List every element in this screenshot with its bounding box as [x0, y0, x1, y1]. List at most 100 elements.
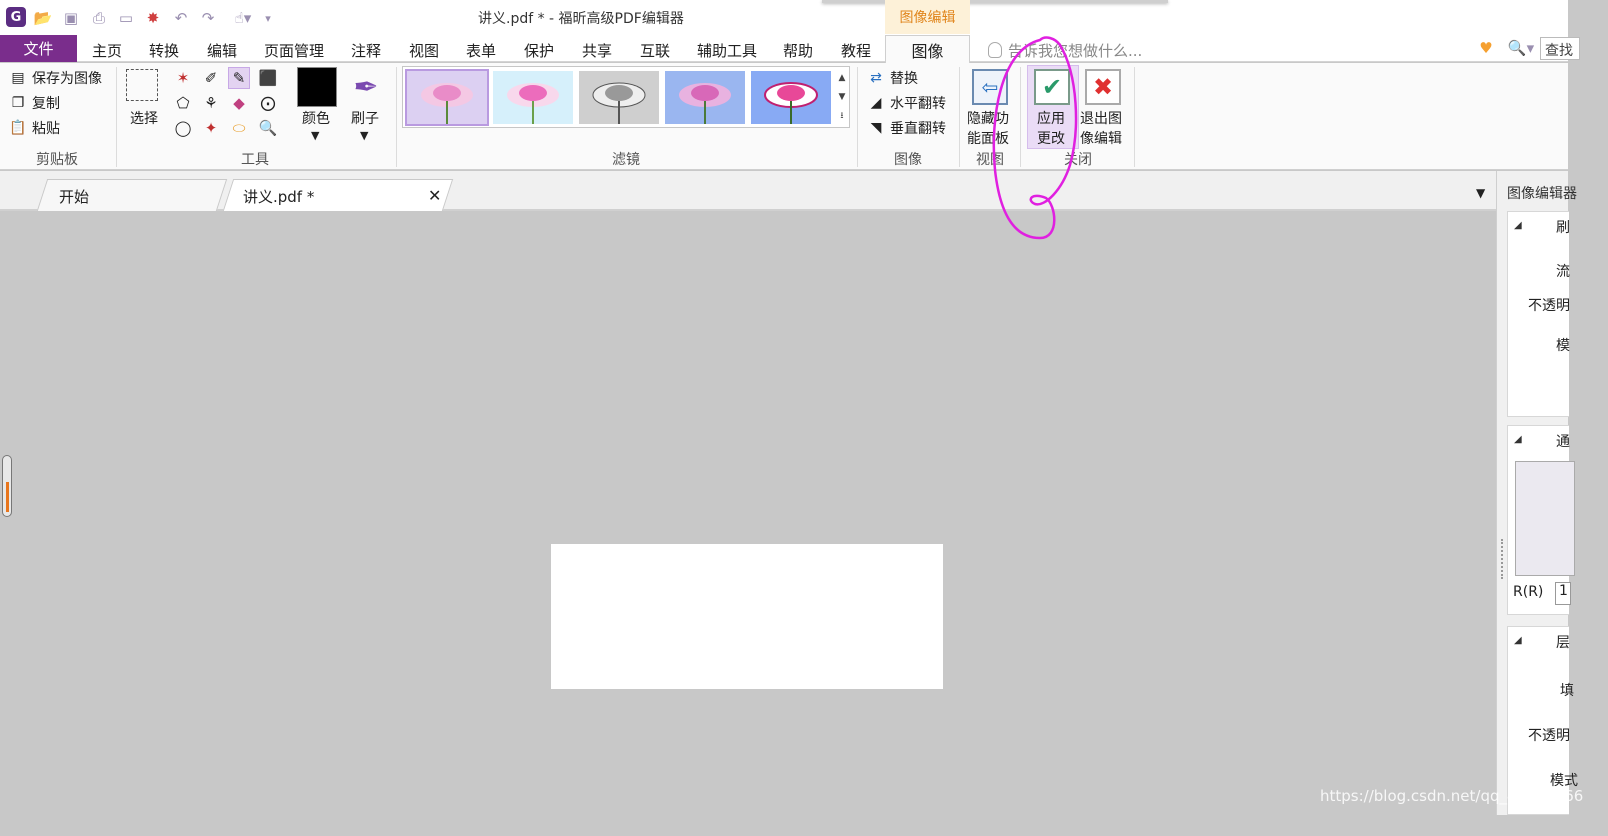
redo-icon[interactable]: ↷	[198, 8, 218, 28]
gallery-expand-icon[interactable]: ⭳	[835, 107, 849, 125]
filter-sketch[interactable]	[751, 71, 831, 124]
close-tab-icon[interactable]: ✕	[428, 186, 441, 205]
brush-tool-icon[interactable]: ✎	[228, 67, 250, 89]
color-dropdown-icon[interactable]: ▼	[311, 129, 319, 142]
magic-wand-icon[interactable]: ✶	[172, 67, 194, 89]
heal-icon[interactable]: ⬭	[228, 117, 250, 139]
menu-view[interactable]: 视图	[409, 40, 439, 61]
collapse-icon[interactable]: ◢	[1514, 220, 1522, 231]
tabs-dropdown-icon[interactable]: ▼	[1476, 186, 1485, 200]
menu-form[interactable]: 表单	[466, 40, 496, 61]
app-logo-icon[interactable]: G	[6, 7, 26, 27]
layer-section-heading: 层	[1556, 635, 1570, 651]
new-icon[interactable]: ✸	[143, 8, 163, 28]
document-canvas[interactable]	[0, 211, 1496, 815]
stamp-icon[interactable]: ⬛	[257, 67, 279, 89]
menu-convert[interactable]: 转换	[149, 40, 179, 61]
color-picker-area[interactable]	[1515, 461, 1575, 576]
select-tool-icon[interactable]	[126, 69, 158, 101]
eraser-icon[interactable]: ◆	[228, 92, 250, 114]
side-panel-handle[interactable]	[2, 455, 12, 517]
tab-start-label: 开始	[59, 188, 90, 206]
menu-accessibility[interactable]: 辅助工具	[697, 40, 757, 61]
filter-original[interactable]	[405, 69, 489, 126]
menu-help[interactable]: 帮助	[783, 40, 813, 61]
tab-document-label: 讲义.pdf *	[243, 188, 315, 206]
mode-label: 模	[1556, 338, 1570, 354]
flower-icon	[679, 83, 731, 124]
like-icon[interactable]: ♥	[1476, 38, 1496, 58]
hand-tool-icon[interactable]: ☝▾	[226, 8, 260, 28]
collapse-icon[interactable]: ◢	[1514, 635, 1522, 646]
polygon-lasso-icon[interactable]: ⬠	[172, 92, 194, 114]
flip-horizontal-icon: ◢	[870, 95, 882, 111]
title-bar: G 📂 ▣ ⎙ ▭ ✸ ↶ ↷ ☝▾ ▾ 讲义.pdf * - 福昕高级PDF编…	[0, 0, 1568, 35]
panel-resize-grip[interactable]	[1501, 539, 1503, 579]
exit-edit-label-1[interactable]: 退出图	[1080, 109, 1122, 129]
menu-protect[interactable]: 保护	[524, 40, 554, 61]
menu-page-management[interactable]: 页面管理	[264, 40, 324, 61]
undo-icon[interactable]: ↶	[171, 8, 191, 28]
filter-bright[interactable]	[493, 71, 573, 124]
zoom-icon[interactable]: 🔍	[257, 117, 279, 139]
paste-button[interactable]: 📋 粘贴	[9, 118, 60, 138]
clipboard-group-label: 剪贴板	[36, 152, 78, 168]
tools-group-label: 工具	[241, 152, 269, 168]
paste-icon: 📋	[9, 120, 27, 136]
print-icon[interactable]: ⎙	[89, 8, 109, 28]
flip-vertical-button[interactable]: ◥ 垂直翻转	[867, 118, 946, 138]
tab-image[interactable]: 图像	[885, 35, 970, 63]
flow-label: 流	[1556, 264, 1570, 280]
find-settings-icon[interactable]: 🔍▾	[1506, 38, 1536, 58]
brush-label[interactable]: 刷子	[351, 109, 379, 129]
hide-panel-label-1[interactable]: 隐藏功	[967, 109, 1009, 129]
open-folder-icon[interactable]: 📂	[33, 8, 53, 28]
tell-me-search[interactable]: 告诉我您想做什么...	[988, 40, 1142, 61]
checkmark-icon[interactable]: ✔	[1034, 69, 1070, 105]
brush-section: ◢ 刷 流 不透明 模	[1507, 211, 1570, 417]
brush-dropdown-icon[interactable]: ▼	[360, 129, 368, 142]
clone-icon[interactable]: ⨀	[257, 92, 279, 114]
close-group-label: 关闭	[1064, 152, 1092, 168]
collapse-icon[interactable]: ◢	[1514, 434, 1522, 445]
filter-grayscale[interactable]	[579, 71, 659, 124]
save-as-image-button[interactable]: ▤ 保存为图像	[9, 68, 102, 88]
bucket-icon[interactable]: ⚘	[200, 92, 222, 114]
ribbon: ▤ 保存为图像 ❐ 复制 📋 粘贴 剪贴板 选择 ✶ ✐ ✎ ⬛ ⬠ ⚘ ◆ ⨀…	[0, 63, 1568, 170]
menu-share[interactable]: 共享	[582, 40, 612, 61]
magic-brush-icon[interactable]: ✦	[200, 117, 222, 139]
save-icon[interactable]: ▣	[61, 8, 81, 28]
r-channel-input[interactable]: 1	[1555, 582, 1571, 605]
filter-blue[interactable]	[665, 71, 745, 124]
apply-label-2[interactable]: 更改	[1037, 129, 1065, 149]
menu-tutorial[interactable]: 教程	[841, 40, 871, 61]
close-icon[interactable]: ✖	[1085, 69, 1121, 105]
scan-icon[interactable]: ▭	[116, 8, 136, 28]
exit-edit-label-2[interactable]: 像编辑	[1080, 129, 1122, 149]
flip-horizontal-button[interactable]: ◢ 水平翻转	[867, 93, 946, 113]
apply-label-1[interactable]: 应用	[1037, 109, 1065, 129]
customize-qa-icon[interactable]: ▾	[258, 8, 278, 28]
flip-horizontal-label: 水平翻转	[890, 96, 946, 112]
brush-icon[interactable]: ✒	[346, 67, 386, 107]
menu-comment[interactable]: 注释	[351, 40, 381, 61]
hide-panel-label-2[interactable]: 能面板	[967, 129, 1009, 149]
floating-toolbar	[822, 0, 1168, 3]
menu-home[interactable]: 主页	[92, 40, 122, 61]
context-tab-image-edit: 图像编辑	[885, 0, 970, 34]
search-input[interactable]: 查找	[1540, 37, 1580, 60]
menu-edit[interactable]: 编辑	[207, 40, 237, 61]
select-tool-label: 选择	[130, 111, 158, 127]
color-swatch[interactable]	[297, 67, 337, 107]
replace-button[interactable]: ⇄ 替换	[867, 68, 918, 88]
gallery-up-icon[interactable]: ▲	[835, 69, 849, 87]
eyedropper-icon[interactable]: ✐	[200, 67, 222, 89]
color-label[interactable]: 颜色	[302, 109, 330, 129]
image-object[interactable]	[551, 544, 943, 689]
gallery-down-icon[interactable]: ▼	[835, 88, 849, 106]
file-menu[interactable]: 文件	[0, 35, 77, 62]
menu-connect[interactable]: 互联	[640, 40, 670, 61]
hide-panel-icon[interactable]: ⇦	[972, 69, 1008, 105]
copy-button[interactable]: ❐ 复制	[9, 93, 60, 113]
lasso-icon[interactable]: ◯	[172, 117, 194, 139]
